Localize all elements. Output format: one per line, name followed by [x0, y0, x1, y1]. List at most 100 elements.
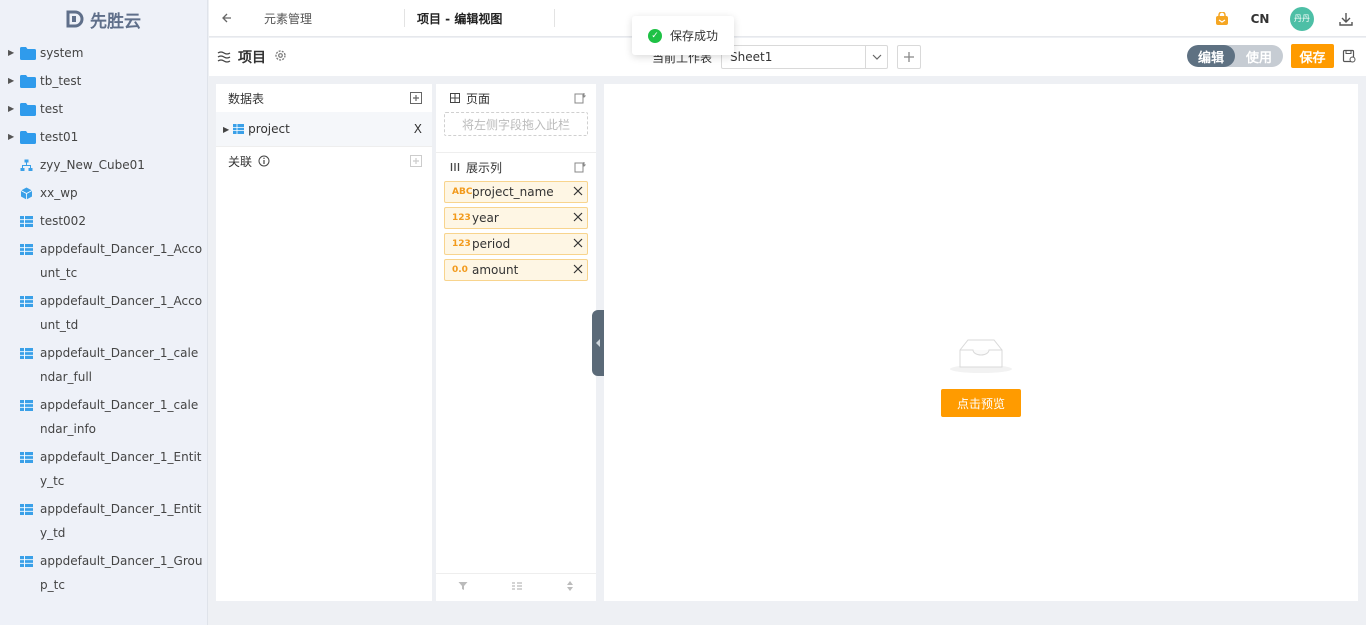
gear-icon[interactable]: [274, 49, 287, 66]
empty-inbox-icon: [950, 339, 1012, 373]
column-field[interactable]: 123 year: [444, 207, 588, 229]
collapse-panel-handle[interactable]: [592, 310, 604, 376]
caret-right-icon[interactable]: ▶: [223, 125, 229, 134]
divider: [404, 9, 405, 27]
sidebar-item-label: appdefault_Dancer_1_calendar_info: [40, 398, 199, 436]
table-icon: [20, 341, 40, 365]
language-switch[interactable]: CN: [1240, 12, 1280, 26]
sidebar-item[interactable]: test002: [0, 207, 207, 235]
caret-right-icon[interactable]: ▶: [8, 125, 20, 149]
sheet-select-value: Sheet1: [730, 50, 773, 64]
fields-panel: 页面 将左侧字段拖入此栏 展示列 ABC project_name 123 year 1…: [436, 84, 596, 601]
sidebar-item-label: appdefault_Dancer_1_Account_tc: [40, 242, 203, 280]
sidebar-item-label: test: [40, 102, 64, 116]
table-row[interactable]: ▶ project X: [216, 112, 432, 146]
table-icon: [20, 209, 40, 233]
columns-section-header: 展示列: [466, 160, 503, 175]
sidebar-item[interactable]: zyy_New_Cube01: [0, 151, 207, 179]
add-sheet-button[interactable]: [897, 45, 921, 69]
page-drop-zone[interactable]: 将左侧字段拖入此栏: [444, 112, 588, 136]
sidebar-item[interactable]: appdefault_Dancer_1_Account_tc: [0, 235, 207, 287]
table-icon: [20, 497, 40, 521]
chevron-left-icon: [596, 339, 600, 347]
mode-use[interactable]: 使用: [1235, 45, 1283, 67]
back-button[interactable]: [217, 8, 237, 28]
tables-header: 数据表: [228, 91, 265, 106]
sheet-select[interactable]: Sheet1: [721, 45, 888, 69]
sidebar-item[interactable]: appdefault_Dancer_1_calendar_info: [0, 391, 207, 443]
caret-right-icon[interactable]: ▶: [8, 97, 20, 121]
sidebar-item-label: test01: [40, 130, 79, 144]
table-icon: [20, 237, 40, 261]
app-logo: 先胜云: [0, 0, 207, 38]
sidebar-item-label: xx_wp: [40, 186, 78, 200]
close-icon[interactable]: [573, 237, 583, 252]
sidebar-item[interactable]: appdefault_Dancer_1_Group_tc: [0, 547, 207, 599]
divider: [554, 9, 555, 27]
sidebar-item-label: tb_test: [40, 74, 82, 88]
sidebar-item-label: appdefault_Dancer_1_Account_td: [40, 294, 203, 332]
table-icon: [20, 393, 40, 417]
column-list: ABC project_name 123 year 123 period 0.0 amount: [436, 181, 596, 281]
preview-button[interactable]: 点击预览: [941, 389, 1021, 417]
field-type-badge: 0.0: [452, 265, 468, 275]
folder-icon: [20, 41, 40, 65]
sort-toggle-icon[interactable]: [566, 580, 574, 595]
sidebar-item[interactable]: ▶ test: [0, 95, 207, 123]
list-detail-icon[interactable]: [511, 581, 523, 594]
sidebar-item[interactable]: appdefault_Dancer_1_Account_td: [0, 287, 207, 339]
columns-icon: [450, 163, 460, 171]
add-relation-icon[interactable]: [410, 155, 422, 167]
add-table-icon[interactable]: [410, 92, 422, 104]
mode-toggle[interactable]: 编辑 使用: [1187, 45, 1283, 67]
filter-icon[interactable]: [458, 581, 468, 594]
sidebar-item[interactable]: ▶ tb_test: [0, 67, 207, 95]
close-icon[interactable]: [573, 185, 583, 200]
field-name: amount: [472, 263, 519, 277]
column-field[interactable]: ABC project_name: [444, 181, 588, 203]
mode-edit[interactable]: 编辑: [1187, 45, 1235, 67]
sidebar-item[interactable]: appdefault_Dancer_1_calendar_full: [0, 339, 207, 391]
info-icon[interactable]: [258, 155, 270, 167]
box-icon: [20, 181, 40, 205]
sort-icon[interactable]: [574, 161, 586, 173]
field-type-badge: 123: [452, 239, 471, 249]
sidebar-item[interactable]: ▶ system: [0, 39, 207, 67]
remove-table-button[interactable]: X: [414, 122, 422, 136]
column-field[interactable]: 123 period: [444, 233, 588, 255]
view-title: 项目: [238, 50, 266, 66]
breadcrumb[interactable]: 元素管理: [264, 10, 404, 27]
caret-right-icon[interactable]: ▶: [8, 69, 20, 93]
sidebar-item-label: test002: [40, 214, 86, 228]
notification-button[interactable]: [1204, 11, 1240, 26]
table-name: project: [248, 122, 290, 136]
tables-panel: 数据表 ▶ project X 关联: [216, 84, 432, 601]
avatar[interactable]: 丹丹: [1290, 6, 1314, 31]
sidebar-item[interactable]: appdefault_Dancer_1_Entity_tc: [0, 443, 207, 495]
topbar: 元素管理 项目 - 编辑视图 CN 丹丹: [209, 0, 1366, 37]
field-name: project_name: [472, 185, 554, 199]
column-field[interactable]: 0.0 amount: [444, 259, 588, 281]
bag-icon: [1216, 11, 1228, 25]
arrow-left-icon: [222, 13, 231, 23]
save-button[interactable]: 保存: [1291, 44, 1334, 68]
chevron-down-icon: [865, 46, 887, 68]
sidebar-item[interactable]: appdefault_Dancer_1_Entity_td: [0, 495, 207, 547]
save-as-icon[interactable]: [1342, 49, 1356, 63]
download-button[interactable]: [1328, 11, 1364, 27]
check-circle-icon: ✓: [648, 28, 662, 43]
page-section-header: 页面: [466, 91, 491, 106]
plus-icon: [904, 52, 914, 62]
sort-icon[interactable]: [574, 92, 586, 104]
sidebar-item[interactable]: xx_wp: [0, 179, 207, 207]
folder-icon: [20, 97, 40, 121]
close-icon[interactable]: [573, 211, 583, 226]
close-icon[interactable]: [573, 263, 583, 278]
sidebar-item[interactable]: ▶ test01: [0, 123, 207, 151]
caret-right-icon[interactable]: ▶: [8, 41, 20, 65]
